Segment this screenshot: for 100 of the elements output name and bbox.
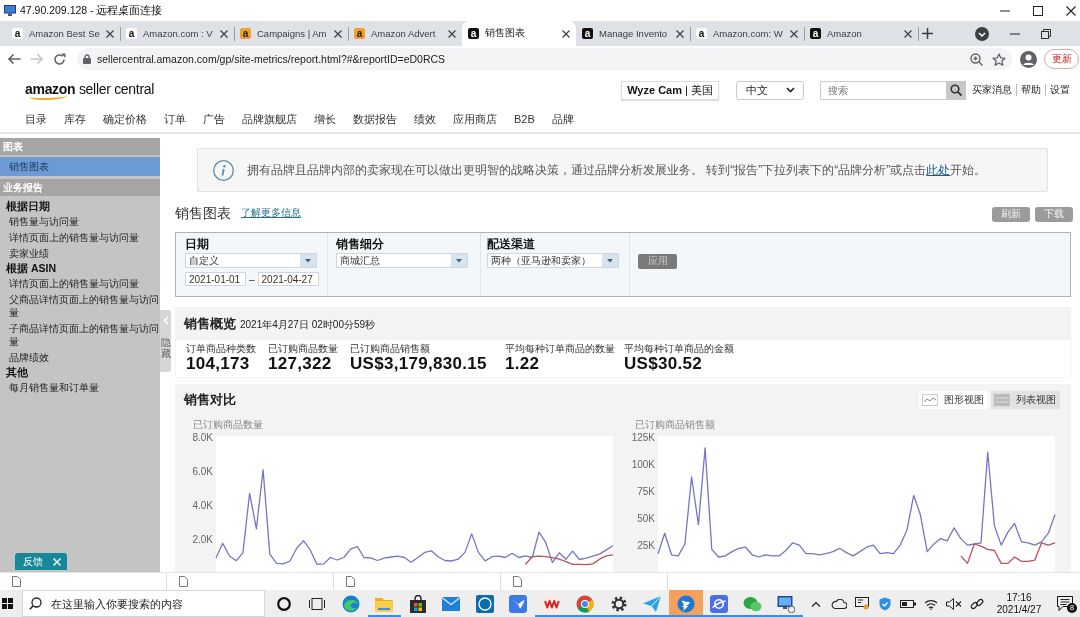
select-field[interactable]: 自定义	[185, 253, 317, 268]
sidebar-item[interactable]: 销售量与访问量	[0, 213, 160, 229]
sidebar-toggle[interactable]: 隐藏	[160, 310, 171, 372]
nav-menu-item[interactable]: 广告	[203, 111, 225, 127]
task-view-icon[interactable]	[309, 597, 326, 610]
shield-icon[interactable]	[878, 596, 891, 611]
zigzag-tile-icon[interactable]	[542, 594, 561, 613]
sidebar-item[interactable]: 子商品详情页面上的销售量与访问量	[0, 320, 160, 349]
nav-menu-item[interactable]: 绩效	[414, 111, 436, 127]
learn-more-link[interactable]: 了解更多信息	[241, 206, 301, 220]
close-icon[interactable]	[562, 29, 570, 38]
browser-tab[interactable]: a Amazon Best Se	[6, 21, 120, 46]
select-field[interactable]: 商城汇总	[336, 253, 468, 268]
battery-icon[interactable]	[899, 599, 916, 608]
file-icon[interactable]	[179, 576, 188, 587]
sidebar-item[interactable]: 每月销售量和订单量	[0, 379, 160, 395]
nav-menu-item[interactable]: 数据报告	[353, 111, 397, 127]
bolt-circle-icon[interactable]	[676, 594, 695, 613]
language-select[interactable]: 中文	[736, 80, 804, 100]
nav-menu-item[interactable]: 品牌	[551, 111, 574, 127]
browser-tab[interactable]: a Manage Invento	[576, 21, 690, 46]
shopping-bag-icon[interactable]	[409, 594, 426, 613]
monitor-icon[interactable]	[777, 594, 796, 613]
nav-menu-item[interactable]: 品牌旗舰店	[242, 111, 297, 127]
folder-icon[interactable]	[375, 595, 394, 612]
search-field[interactable]: 在这里输入你要搜索的内容	[22, 590, 265, 617]
sidebar-item[interactable]: 详情页面上的销售量与访问量	[0, 275, 160, 291]
browser-tab[interactable]: a Amazon.com : V	[120, 21, 234, 46]
view-toggle[interactable]: 图形视图	[919, 391, 988, 409]
browser-tab[interactable]: a Amazon.com: W	[690, 21, 804, 46]
file-icon[interactable]	[12, 576, 21, 587]
notification-icon[interactable]	[1057, 596, 1073, 611]
header-link[interactable]: 买家消息	[972, 84, 1016, 96]
link-icon[interactable]	[969, 596, 984, 611]
speaker-muted-icon[interactable]	[945, 597, 962, 610]
nav-menu-item[interactable]: 确定价格	[103, 111, 147, 127]
reload-icon[interactable]	[53, 52, 66, 66]
here-link[interactable]: 此处	[926, 162, 951, 177]
chevron-up-icon[interactable]	[810, 600, 821, 607]
account-switcher[interactable]: Wyze Cam | 美国	[621, 80, 719, 100]
close-icon[interactable]	[220, 29, 228, 38]
file-icon[interactable]	[346, 576, 355, 587]
color-wheel-icon[interactable]	[576, 594, 595, 613]
screen-icon[interactable]	[854, 597, 869, 610]
sidebar-item[interactable]: 卖家业绩	[0, 245, 160, 261]
four-panes-icon[interactable]	[2, 598, 13, 609]
header-link[interactable]: 设置	[1045, 84, 1074, 96]
star-icon[interactable]	[992, 52, 1006, 66]
avatar-icon[interactable]	[1020, 50, 1037, 68]
cloud-icon[interactable]	[830, 598, 847, 609]
update-button[interactable]: 更新	[1044, 49, 1079, 69]
sidebar-item[interactable]: 品牌绩效	[0, 349, 160, 365]
nav-menu-item[interactable]: B2B	[514, 113, 535, 125]
browser-tab[interactable]: a Campaigns | Am	[234, 21, 348, 46]
ring-icon[interactable]	[276, 596, 291, 611]
settings-icon[interactable]	[610, 595, 627, 612]
close-icon[interactable]	[334, 29, 342, 38]
close-icon[interactable]	[790, 29, 798, 38]
browser-tab[interactable]: a Amazon Advert	[348, 21, 462, 46]
metric-value: 127,322	[268, 355, 333, 373]
sidebar-item[interactable]: 详情页面上的销售量与访问量	[0, 229, 160, 245]
planet-tile-icon[interactable]	[710, 594, 729, 613]
feedback-button[interactable]: 反馈	[15, 553, 67, 570]
back-icon[interactable]	[7, 53, 21, 65]
select-field[interactable]: 两种（亚马逊和卖家）	[487, 253, 619, 268]
nav-menu-item[interactable]: 库存	[64, 111, 86, 127]
nav-menu-item[interactable]: 订单	[164, 111, 186, 127]
close-icon[interactable]	[1066, 5, 1076, 16]
minimize-icon[interactable]	[1000, 9, 1010, 12]
address-bar[interactable]: sellercentral.amazon.com/gp/site-metrics/report.html?#&reportID=eD0RCS	[77, 48, 1012, 70]
close-icon[interactable]	[676, 29, 684, 38]
wifi-icon[interactable]	[923, 597, 938, 610]
browser-tab[interactable]: a Amazon	[804, 21, 918, 46]
close-icon[interactable]	[448, 29, 456, 38]
browser-tab[interactable]: a 销售图表	[462, 21, 576, 46]
search-field[interactable]: 搜索	[820, 80, 946, 100]
header-link[interactable]: 帮助	[1016, 84, 1045, 96]
nav-menu-item[interactable]: 增长	[314, 111, 336, 127]
plus-icon[interactable]	[922, 28, 933, 39]
close-icon[interactable]	[904, 29, 912, 38]
view-toggle[interactable]: 列表视图	[991, 391, 1060, 409]
check-tile-icon[interactable]	[509, 594, 528, 613]
close-icon[interactable]	[106, 29, 114, 38]
minimize-icon[interactable]	[1010, 32, 1020, 35]
date-field[interactable]: 2021-01-01	[185, 272, 246, 286]
zoom-in-icon[interactable]	[970, 52, 983, 66]
chat-bubbles-icon[interactable]	[743, 595, 763, 612]
file-icon[interactable]	[513, 576, 522, 587]
sidebar-item[interactable]: 销售图表	[0, 157, 160, 176]
ring-tile-icon[interactable]	[475, 594, 494, 613]
chevron-down-circle-icon[interactable]	[975, 26, 989, 41]
mail-icon[interactable]	[442, 596, 461, 611]
restore-icon[interactable]	[1041, 28, 1051, 39]
maximize-icon[interactable]	[1033, 5, 1043, 16]
nav-menu-item[interactable]: 目录	[25, 111, 47, 127]
swirl-circle-icon[interactable]	[341, 594, 360, 613]
sidebar-item[interactable]: 父商品详情页面上的销售量与访问量	[0, 291, 160, 320]
nav-menu-item[interactable]: 应用商店	[453, 111, 497, 127]
search-button[interactable]	[946, 80, 966, 100]
date-field[interactable]: 2021-04-27	[257, 272, 319, 286]
